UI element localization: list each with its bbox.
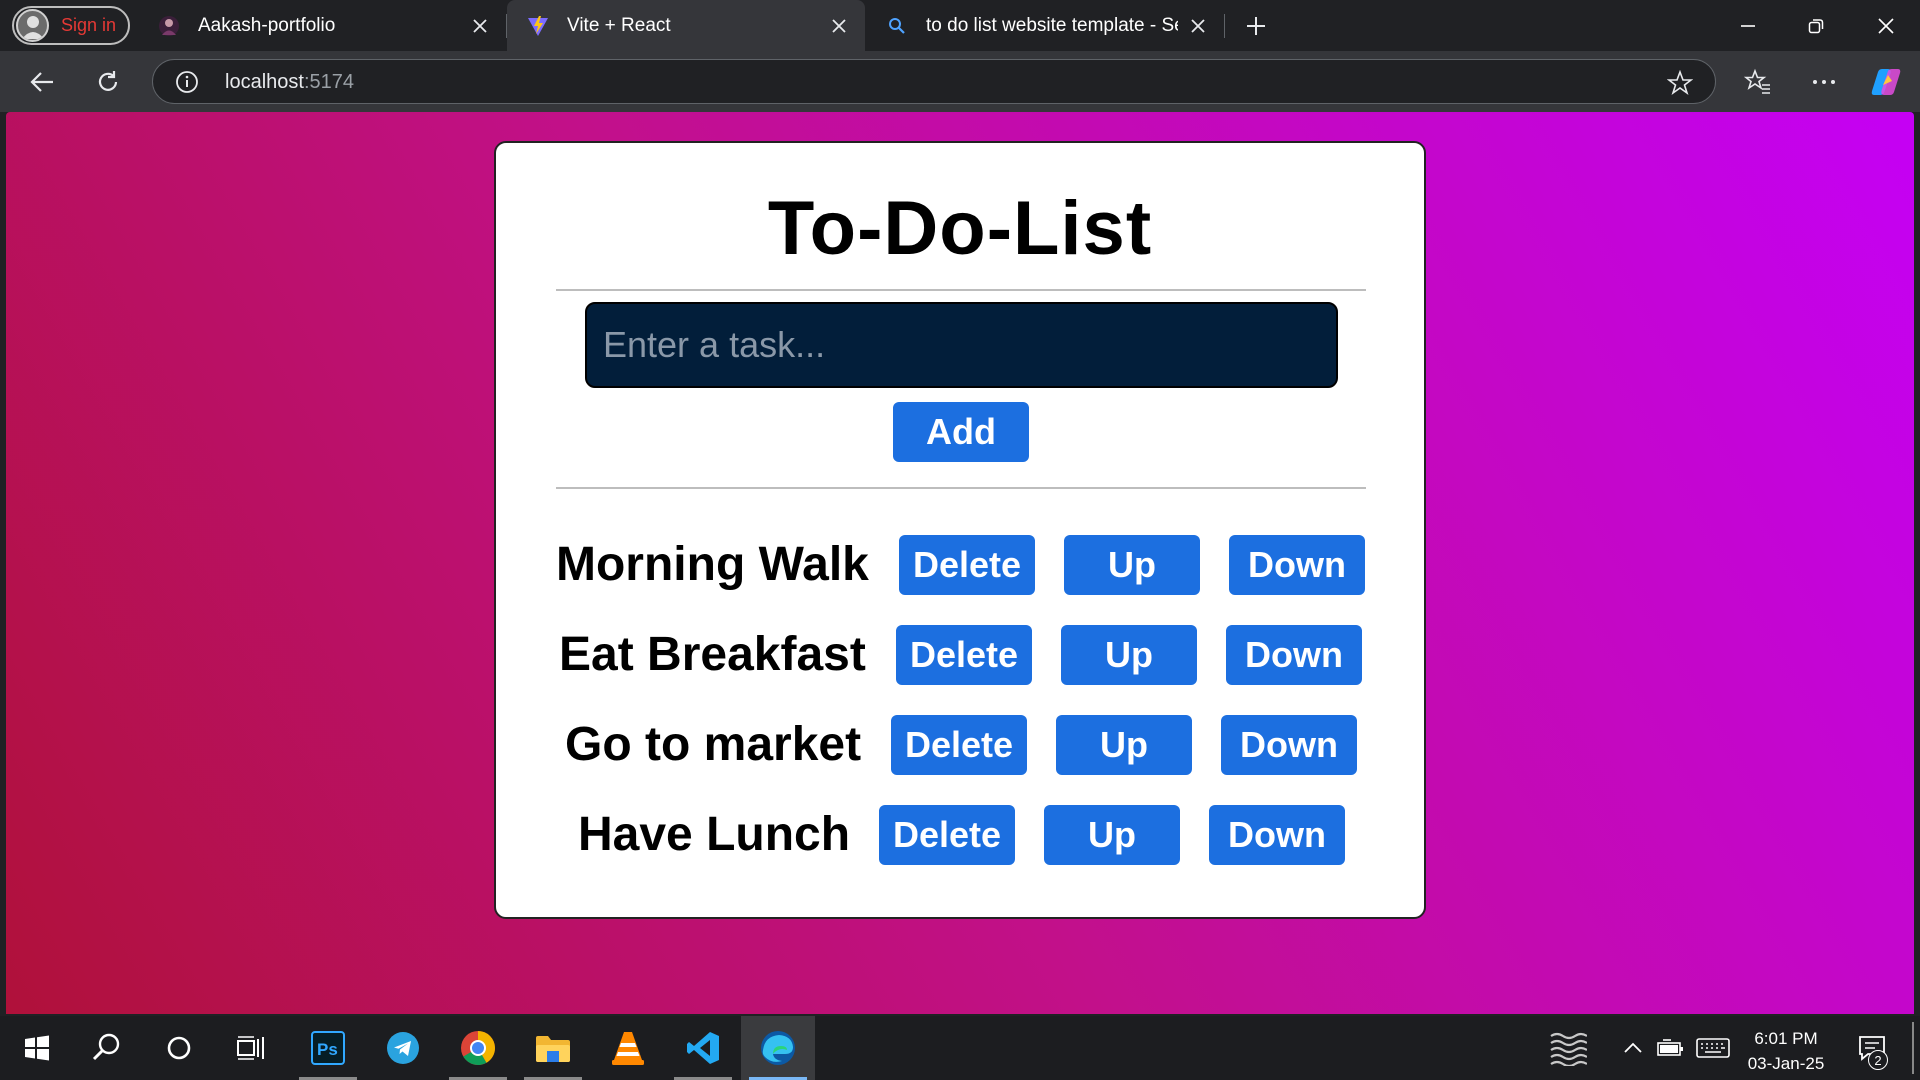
show-desktop-button[interactable] bbox=[1912, 1022, 1914, 1074]
page-title: To-Do-List bbox=[767, 186, 1153, 271]
restore-button[interactable] bbox=[1782, 0, 1850, 51]
move-down-button[interactable]: Down bbox=[1221, 715, 1357, 775]
task-text: Have Lunch bbox=[578, 808, 851, 861]
move-down-button[interactable]: Down bbox=[1226, 625, 1362, 685]
task-row: Have Lunch Delete Up Down bbox=[496, 805, 1428, 865]
search-favicon-icon bbox=[886, 15, 908, 37]
svg-text:Ps: Ps bbox=[317, 1040, 338, 1059]
todo-card: To-Do-List Add Morning Walk Delete Up Do… bbox=[494, 141, 1426, 919]
back-button[interactable] bbox=[24, 64, 60, 100]
chrome-icon[interactable] bbox=[441, 1016, 515, 1080]
vlc-icon[interactable] bbox=[591, 1016, 665, 1080]
divider bbox=[556, 487, 1366, 489]
edge-icon[interactable] bbox=[741, 1016, 815, 1080]
windows-taskbar: Ps 6:01 PM 03-Jan-25 2 bbox=[0, 1016, 1920, 1080]
tab-vite-react[interactable]: Vite + React bbox=[507, 0, 865, 51]
new-tab-button[interactable] bbox=[1240, 10, 1272, 42]
system-clock[interactable]: 6:01 PM 03-Jan-25 bbox=[1736, 1026, 1836, 1076]
tab-separator bbox=[1224, 14, 1225, 38]
address-bar[interactable]: localhost:5174 bbox=[152, 59, 1716, 104]
delete-button[interactable]: Delete bbox=[891, 715, 1027, 775]
browser-tab-strip: Sign in Aakash-portfolio Vite + React to… bbox=[0, 0, 1920, 51]
clock-time: 6:01 PM bbox=[1754, 1029, 1818, 1048]
weather-widget-icon[interactable] bbox=[1540, 1016, 1596, 1080]
move-down-button[interactable]: Down bbox=[1209, 805, 1345, 865]
tab-title: Vite + React bbox=[567, 14, 671, 36]
tab-aakash-portfolio[interactable]: Aakash-portfolio bbox=[138, 0, 506, 51]
minimize-button[interactable] bbox=[1714, 0, 1782, 51]
tab-title: Aakash-portfolio bbox=[198, 14, 336, 36]
tab-search[interactable]: to do list website template - Search bbox=[866, 0, 1224, 51]
vite-favicon-icon bbox=[527, 15, 549, 37]
task-text: Go to market bbox=[565, 718, 862, 771]
site-info-icon[interactable] bbox=[175, 70, 199, 94]
file-explorer-icon[interactable] bbox=[516, 1016, 590, 1080]
favorite-star-icon[interactable] bbox=[1666, 69, 1694, 96]
battery-icon[interactable] bbox=[1654, 1016, 1688, 1080]
favorites-button[interactable] bbox=[1740, 64, 1776, 100]
task-text: Morning Walk bbox=[556, 538, 869, 591]
task-input[interactable] bbox=[585, 302, 1338, 388]
delete-button[interactable]: Delete bbox=[896, 625, 1032, 685]
search-icon[interactable] bbox=[70, 1016, 144, 1080]
cortana-icon[interactable] bbox=[142, 1016, 216, 1080]
url-port: :5174 bbox=[303, 71, 354, 93]
move-up-button[interactable]: Up bbox=[1044, 805, 1180, 865]
more-options-button[interactable] bbox=[1806, 64, 1842, 100]
move-down-button[interactable]: Down bbox=[1229, 535, 1365, 595]
url-host: localhost bbox=[225, 71, 304, 93]
tab-title: to do list website template - Search bbox=[926, 14, 1178, 36]
url-text: localhost:5174 bbox=[225, 71, 354, 94]
close-tab-icon[interactable] bbox=[829, 16, 849, 36]
close-tab-icon[interactable] bbox=[1188, 16, 1208, 36]
browser-toolbar: localhost:5174 bbox=[0, 51, 1920, 112]
close-tab-icon[interactable] bbox=[470, 16, 490, 36]
vscode-icon[interactable] bbox=[666, 1016, 740, 1080]
keyboard-icon[interactable] bbox=[1692, 1016, 1734, 1080]
profile-button[interactable]: Sign in bbox=[12, 6, 130, 45]
task-row: Morning Walk Delete Up Down bbox=[496, 535, 1428, 595]
move-up-button[interactable]: Up bbox=[1064, 535, 1200, 595]
task-row: Go to market Delete Up Down bbox=[496, 715, 1428, 775]
sign-in-label: Sign in bbox=[61, 15, 117, 35]
telegram-icon[interactable] bbox=[366, 1016, 440, 1080]
add-button[interactable]: Add bbox=[893, 402, 1029, 462]
divider bbox=[556, 289, 1366, 291]
close-window-button[interactable] bbox=[1852, 0, 1920, 51]
task-view-icon[interactable] bbox=[214, 1016, 288, 1080]
refresh-button[interactable] bbox=[90, 64, 126, 100]
portfolio-favicon-icon bbox=[158, 15, 180, 37]
page-viewport: To-Do-List Add Morning Walk Delete Up Do… bbox=[6, 112, 1914, 1014]
move-up-button[interactable]: Up bbox=[1061, 625, 1197, 685]
clock-date: 03-Jan-25 bbox=[1747, 1054, 1825, 1073]
photoshop-icon[interactable]: Ps bbox=[291, 1016, 365, 1080]
copilot-icon[interactable] bbox=[1868, 64, 1904, 100]
task-row: Eat Breakfast Delete Up Down bbox=[496, 625, 1428, 685]
notification-count-badge: 2 bbox=[1868, 1050, 1888, 1070]
task-text: Eat Breakfast bbox=[559, 628, 866, 681]
start-icon[interactable] bbox=[0, 1016, 74, 1080]
notification-center-icon[interactable] bbox=[1852, 1016, 1892, 1080]
profile-avatar bbox=[16, 9, 49, 42]
delete-button[interactable]: Delete bbox=[879, 805, 1015, 865]
chevron-up-icon[interactable] bbox=[1618, 1016, 1648, 1080]
delete-button[interactable]: Delete bbox=[899, 535, 1035, 595]
move-up-button[interactable]: Up bbox=[1056, 715, 1192, 775]
